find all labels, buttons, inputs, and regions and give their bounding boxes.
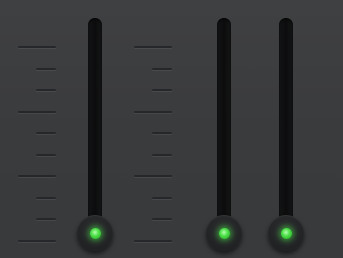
scale-tick-minor (36, 132, 56, 134)
fader-scale-right (130, 0, 190, 258)
scale-tick-major (134, 239, 172, 242)
scale-tick-minor (36, 218, 56, 220)
fader-track-3[interactable] (279, 18, 293, 240)
scale-tick-minor (152, 89, 172, 91)
scale-tick-minor (152, 132, 172, 134)
scale-tick-major (134, 46, 172, 48)
green-led-icon (89, 227, 101, 239)
scale-tick-minor (36, 196, 56, 199)
fader-track-2[interactable] (217, 18, 231, 240)
scale-tick-minor (36, 153, 56, 156)
scale-tick-major (18, 175, 56, 177)
scale-tick-major (18, 110, 56, 113)
scale-tick-major (134, 110, 172, 113)
scale-tick-major (134, 175, 172, 177)
green-led-icon (280, 227, 292, 239)
mixer-panel (0, 0, 343, 258)
scale-tick-major (18, 46, 56, 48)
green-led-icon (218, 227, 230, 239)
scale-tick-minor (36, 67, 56, 70)
fader-knob-2[interactable] (206, 215, 242, 251)
scale-tick-minor (152, 67, 172, 70)
fader-scale-left (14, 0, 74, 258)
fader-knob-3[interactable] (268, 215, 304, 251)
scale-tick-minor (152, 196, 172, 199)
scale-tick-minor (152, 218, 172, 220)
fader-track-1[interactable] (88, 18, 102, 240)
fader-knob-1[interactable] (77, 215, 113, 251)
scale-tick-minor (36, 89, 56, 91)
scale-tick-minor (152, 153, 172, 156)
scale-tick-major (18, 239, 56, 242)
